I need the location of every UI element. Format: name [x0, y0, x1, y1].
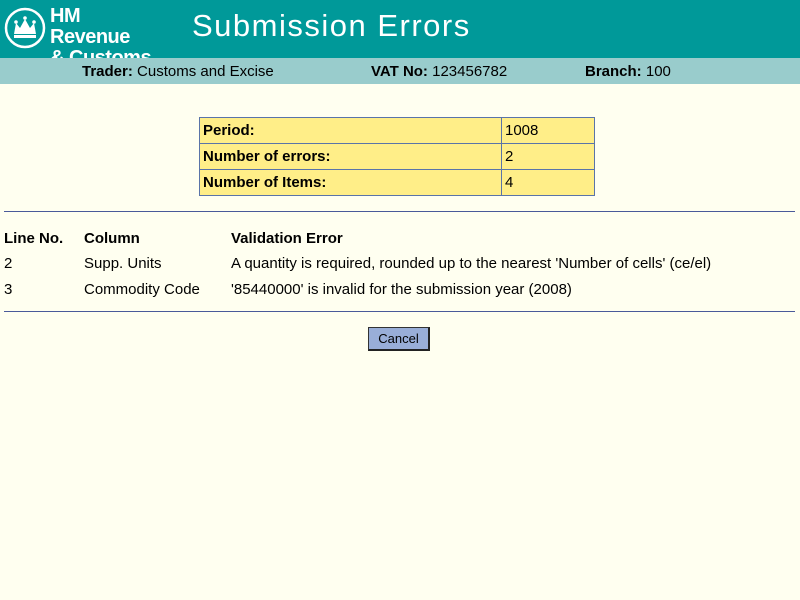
cell-line-no: 2 — [4, 254, 13, 272]
summary-row-errors: Number of errors: 2 — [199, 143, 595, 170]
branch-info: Branch: 100 — [585, 63, 671, 80]
vat-value: 123456782 — [432, 63, 508, 80]
hmrc-logo: HM Revenue & Customs — [2, 5, 162, 69]
trader-info-bar: Trader: Customs and Excise VAT No: 12345… — [0, 58, 800, 84]
summary-table: Period: 1008 Number of errors: 2 Number … — [199, 117, 595, 196]
cell-column: Supp. Units — [84, 254, 162, 272]
cell-validation-error: A quantity is required, rounded up to th… — [231, 254, 712, 272]
logo-line-1: HM Revenue — [50, 5, 130, 48]
vat-label: VAT No: — [371, 63, 428, 80]
summary-row-period: Period: 1008 — [199, 117, 595, 144]
column-header-line-no: Line No. — [4, 229, 64, 247]
page-title: Submission Errors — [192, 8, 471, 43]
cell-column: Commodity Code — [84, 280, 200, 298]
column-header-column: Column — [84, 229, 140, 247]
summary-label: Period: — [199, 117, 502, 144]
cell-line-no: 3 — [4, 280, 13, 298]
trader-value: Customs and Excise — [137, 63, 274, 80]
trader-label: Trader: — [82, 63, 133, 80]
column-header-validation-error: Validation Error — [231, 229, 343, 247]
summary-value: 2 — [501, 143, 595, 170]
errors-table: Line No. Column Validation Error 2 Supp.… — [4, 226, 791, 302]
summary-label: Number of Items: — [199, 169, 502, 196]
vat-info: VAT No: 123456782 — [371, 63, 507, 80]
branch-label: Branch: — [585, 63, 642, 80]
summary-label: Number of errors: — [199, 143, 502, 170]
table-row: 2 Supp. Units A quantity is required, ro… — [4, 250, 791, 276]
branch-value: 100 — [645, 63, 671, 80]
errors-header-row: Line No. Column Validation Error — [4, 226, 791, 250]
summary-value: 4 — [501, 169, 595, 196]
summary-value: 1008 — [501, 117, 595, 144]
cell-validation-error: '85440000' is invalid for the submission… — [231, 280, 572, 298]
crown-crest-icon — [4, 7, 46, 49]
summary-row-items: Number of Items: 4 — [199, 169, 595, 196]
divider-top — [4, 211, 795, 212]
header-bar: HM Revenue & Customs Submission Errors — [0, 0, 800, 69]
divider-bottom — [4, 311, 795, 312]
trader-info: Trader: Customs and Excise — [82, 63, 274, 80]
table-row: 3 Commodity Code '85440000' is invalid f… — [4, 276, 791, 302]
cancel-button[interactable]: Cancel — [368, 327, 430, 351]
